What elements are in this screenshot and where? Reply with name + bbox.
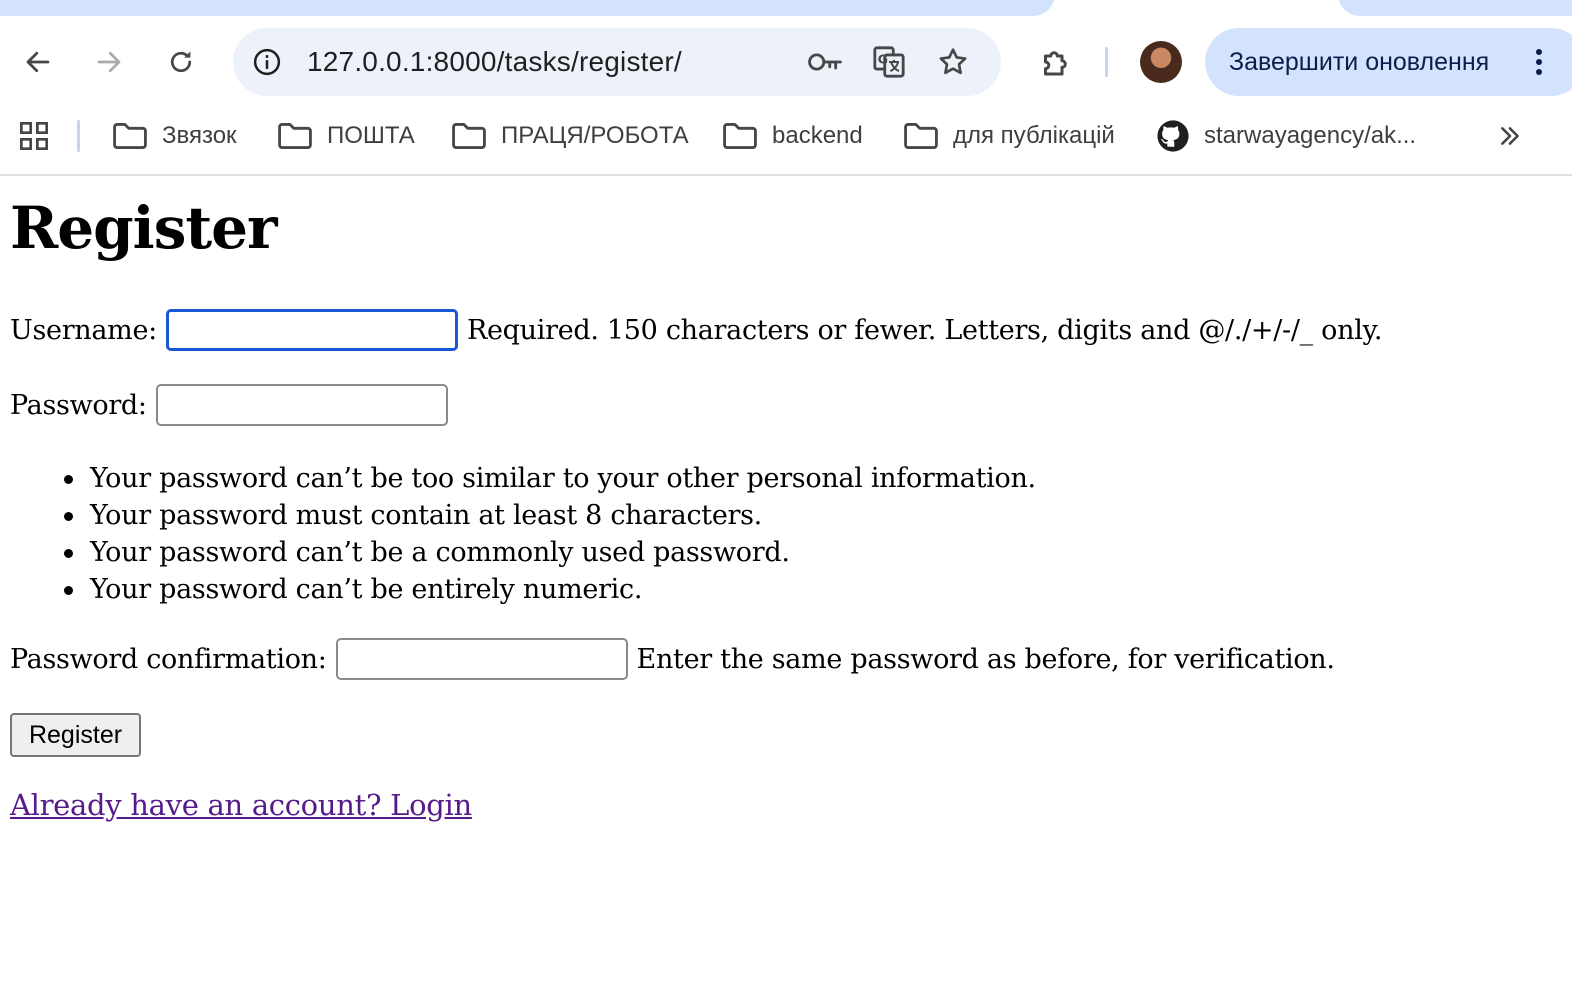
list-item: Your password can’t be entirely numeric. bbox=[64, 571, 1036, 608]
github-icon bbox=[1157, 120, 1189, 152]
password-confirmation-label: Password confirmation: bbox=[10, 643, 327, 675]
address-bar[interactable]: 127.0.0.1:8000/tasks/register/ G bbox=[233, 28, 1001, 96]
username-input[interactable] bbox=[165, 309, 458, 351]
list-item: Your password must contain at least 8 ch… bbox=[64, 497, 1036, 534]
bookmark-label: ПРАЦЯ/РОБОТА bbox=[501, 122, 689, 149]
bookmark-label: для публікацій bbox=[953, 122, 1115, 149]
bookmark-label: Звязок bbox=[162, 122, 237, 149]
extensions-button[interactable] bbox=[1034, 42, 1078, 82]
chevron-double-right-icon bbox=[1501, 127, 1519, 145]
inactive-tab[interactable] bbox=[1338, 0, 1572, 16]
active-tab[interactable] bbox=[0, 0, 1055, 16]
bookmark-label: ПОШТА bbox=[327, 122, 415, 149]
username-row: Username: Required. 150 characters or fe… bbox=[10, 309, 1382, 351]
username-label: Username: bbox=[10, 314, 157, 346]
translate-icon: G bbox=[873, 46, 905, 78]
folder-icon bbox=[904, 123, 938, 149]
apps-grid-icon bbox=[20, 122, 48, 150]
password-confirmation-row: Password confirmation: Enter the same pa… bbox=[10, 638, 1335, 680]
list-item: Your password can’t be too similar to yo… bbox=[64, 460, 1036, 497]
bookmark-folder-pratsia[interactable]: ПРАЦЯ/РОБОТА bbox=[451, 108, 689, 164]
password-label: Password: bbox=[10, 389, 147, 421]
page-title: Register bbox=[10, 194, 278, 262]
folder-icon bbox=[113, 123, 147, 149]
site-info-button[interactable] bbox=[247, 42, 287, 82]
url-text[interactable]: 127.0.0.1:8000/tasks/register/ bbox=[307, 28, 682, 96]
password-row: Password: bbox=[10, 384, 448, 426]
info-icon bbox=[253, 48, 281, 76]
menu-button[interactable] bbox=[1525, 42, 1553, 82]
page-content: Register Username: Required. 150 charact… bbox=[0, 178, 1572, 1008]
svg-text:G: G bbox=[878, 52, 888, 67]
translate-button[interactable]: G bbox=[869, 42, 909, 82]
register-button[interactable]: Register bbox=[10, 713, 141, 757]
back-button[interactable] bbox=[18, 42, 58, 82]
star-icon bbox=[939, 48, 967, 75]
bookmark-label: backend bbox=[772, 122, 863, 149]
update-button-label: Завершити оновлення bbox=[1229, 48, 1490, 76]
list-item: Your password can’t be a commonly used p… bbox=[64, 534, 1036, 571]
bookmark-star-button[interactable] bbox=[933, 42, 973, 82]
update-button[interactable]: Завершити оновлення bbox=[1205, 28, 1572, 96]
kebab-menu-icon bbox=[1536, 49, 1542, 75]
bookmark-label: starwayagency/ak... bbox=[1204, 122, 1417, 149]
bookmarks-divider bbox=[77, 120, 80, 152]
bookmarks-bar: Звязок ПОШТА ПРАЦЯ/РОБОТА backend для пу… bbox=[0, 108, 1572, 176]
key-icon bbox=[808, 53, 842, 71]
more-bookmarks-button[interactable] bbox=[1492, 120, 1528, 152]
tab-strip bbox=[0, 0, 1572, 16]
arrow-left-icon bbox=[26, 51, 50, 73]
password-help-list: Your password can’t be too similar to yo… bbox=[64, 460, 1036, 608]
bookmark-github[interactable]: starwayagency/ak... bbox=[1156, 108, 1416, 164]
bookmark-folder-poshta[interactable]: ПОШТА bbox=[277, 108, 415, 164]
password-input[interactable] bbox=[155, 384, 448, 426]
reload-button[interactable] bbox=[161, 42, 201, 82]
forward-button[interactable] bbox=[89, 42, 129, 82]
profile-avatar[interactable] bbox=[1140, 41, 1182, 83]
apps-button[interactable] bbox=[18, 120, 50, 152]
password-confirmation-help-text: Enter the same password as before, for v… bbox=[636, 643, 1335, 675]
folder-icon bbox=[278, 123, 312, 149]
bookmark-folder-publications[interactable]: для публікацій bbox=[903, 108, 1115, 164]
folder-icon bbox=[723, 123, 757, 149]
bookmark-folder-zvyazok[interactable]: Звязок bbox=[112, 108, 237, 164]
username-help-text: Required. 150 characters or fewer. Lette… bbox=[466, 314, 1383, 346]
reload-icon bbox=[170, 51, 192, 73]
arrow-right-icon bbox=[97, 51, 121, 73]
login-link[interactable]: Already have an account? Login bbox=[10, 788, 472, 822]
toolbar-divider bbox=[1105, 47, 1108, 77]
password-confirmation-input[interactable] bbox=[335, 638, 628, 680]
puzzle-icon bbox=[1044, 51, 1067, 76]
browser-toolbar: 127.0.0.1:8000/tasks/register/ G Заверши… bbox=[0, 16, 1572, 108]
folder-icon bbox=[452, 123, 486, 149]
password-key-button[interactable] bbox=[805, 42, 845, 82]
bookmark-folder-backend[interactable]: backend bbox=[722, 108, 863, 164]
